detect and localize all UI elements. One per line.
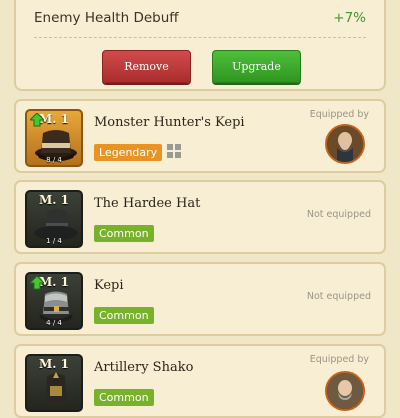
- upgrade-arrow-icon: [30, 113, 44, 127]
- item-thumbnail: M. 1 4 / 4: [25, 272, 83, 330]
- item-level: M. 1: [39, 357, 69, 371]
- item-level: M. 1: [39, 193, 69, 207]
- item-name: The Hardee Hat: [94, 196, 201, 211]
- general-avatar[interactable]: [325, 371, 365, 411]
- item-count: 4 / 4: [46, 319, 62, 327]
- rarity-badge: Common: [94, 389, 154, 406]
- stat-row: Enemy Health Debuff +7%: [34, 10, 366, 28]
- stat-label: Enemy Health Debuff: [34, 10, 179, 26]
- item-card-monster-hunters-kepi[interactable]: M. 1 8 / 4 Monster Hunter's Kepi Legenda…: [14, 99, 386, 173]
- equipped-by-label: Equipped by: [309, 109, 369, 120]
- upgrade-arrow-icon: [30, 276, 44, 290]
- item-name: Monster Hunter's Kepi: [94, 115, 245, 130]
- general-avatar[interactable]: [325, 124, 365, 164]
- item-card-artillery-shako[interactable]: M. 1 Artillery Shako Common Equipped by: [14, 344, 386, 418]
- upgrade-panel: Enemy Health Debuff +7% Remove Upgrade: [14, 0, 386, 91]
- item-thumbnail: M. 1 1 / 4: [25, 190, 83, 248]
- divider: [34, 37, 366, 38]
- shako-hat-icon: [46, 372, 66, 404]
- general-portrait-icon: [327, 126, 363, 162]
- item-card-hardee-hat[interactable]: M. 1 1 / 4 The Hardee Hat Common Not equ…: [14, 180, 386, 254]
- equip-status: Not equipped: [306, 291, 371, 302]
- item-thumbnail: M. 1 8 / 4: [25, 109, 83, 167]
- item-name: Kepi: [94, 278, 124, 293]
- item-name: Artillery Shako: [94, 360, 194, 375]
- upgrade-button[interactable]: Upgrade: [212, 50, 301, 83]
- item-count: 8 / 4: [46, 156, 62, 164]
- general-portrait-icon: [327, 373, 363, 409]
- equip-status: Not equipped: [306, 209, 371, 220]
- item-count: 1 / 4: [46, 237, 62, 245]
- set-grid-icon[interactable]: [167, 144, 181, 158]
- remove-button[interactable]: Remove: [102, 50, 191, 83]
- item-card-kepi[interactable]: M. 1 4 / 4 Kepi Common Not equipped: [14, 262, 386, 336]
- rarity-badge: Common: [94, 307, 154, 324]
- item-thumbnail: M. 1: [25, 354, 83, 412]
- stat-value: +7%: [333, 10, 366, 26]
- equipped-by-label: Equipped by: [309, 354, 369, 365]
- rarity-badge: Common: [94, 225, 154, 242]
- rarity-badge: Legendary: [94, 144, 163, 161]
